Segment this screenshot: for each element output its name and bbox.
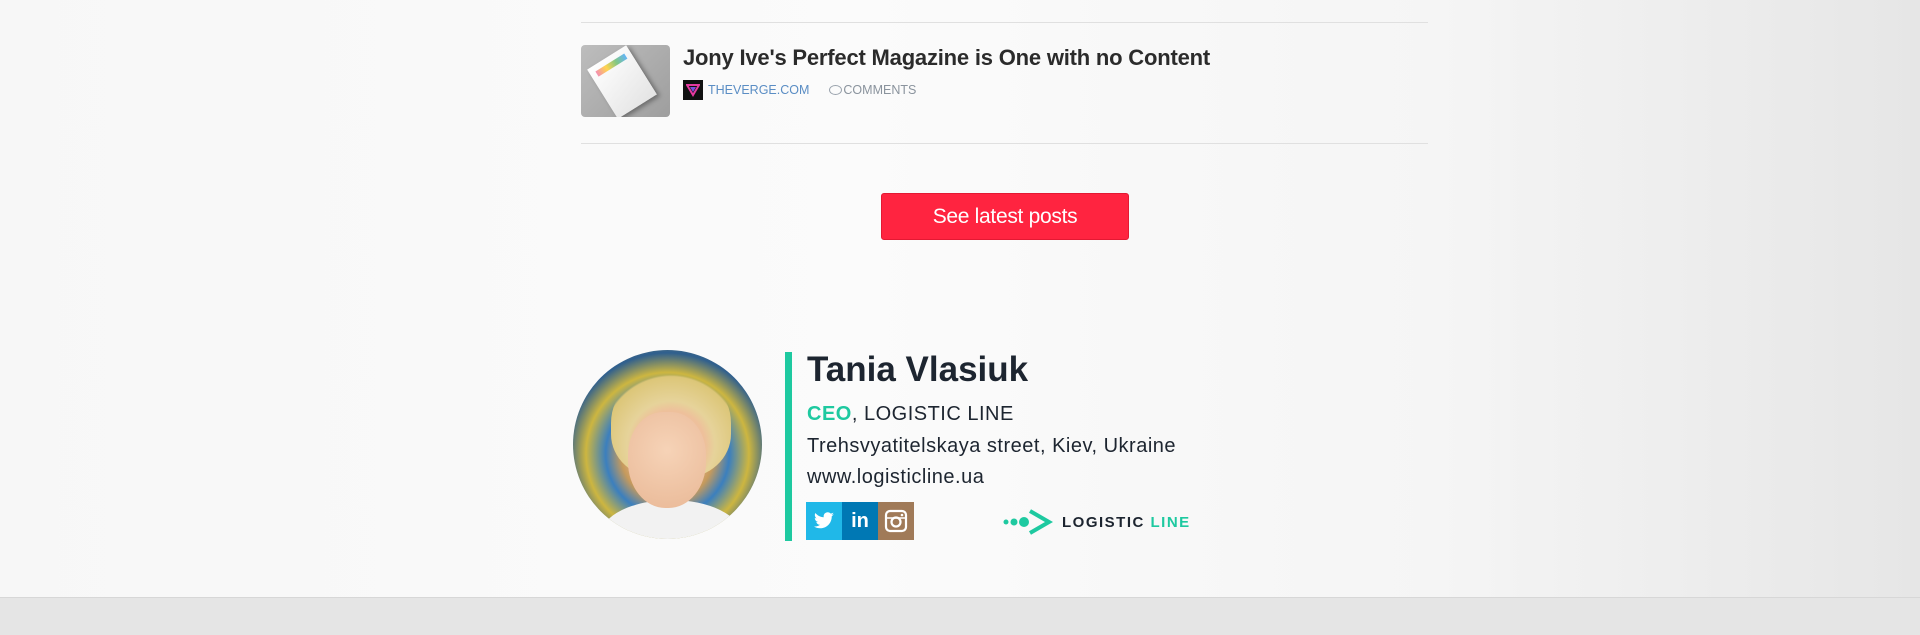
signature-name: Tania Vlasiuk xyxy=(807,350,1029,389)
signature-website[interactable]: www.logisticline.ua xyxy=(807,466,984,489)
instagram-icon[interactable] xyxy=(878,502,914,540)
accent-bar xyxy=(785,352,792,541)
article-thumbnail[interactable] xyxy=(581,45,670,117)
logistic-line-logo-icon xyxy=(1003,509,1053,535)
twitter-icon[interactable] xyxy=(806,502,842,540)
signature-title: CEO xyxy=(807,403,852,425)
logistic-line-logo: LOGISTIC LINE xyxy=(1003,508,1191,536)
footer-bar xyxy=(0,597,1920,635)
linkedin-icon[interactable]: in xyxy=(842,502,878,540)
verge-icon xyxy=(683,80,703,100)
article-item[interactable]: Jony Ive's Perfect Magazine is One with … xyxy=(581,45,1428,117)
bottom-divider xyxy=(581,143,1428,144)
avatar xyxy=(573,350,762,539)
article-meta: THEVERGE.COM COMMENTS xyxy=(683,80,916,100)
logo-text: LOGISTIC LINE xyxy=(1062,513,1191,531)
signature-address: Trehsvyatitelskaya street, Kiev, Ukraine xyxy=(807,435,1177,457)
signature-company: , LOGISTIC LINE xyxy=(851,403,1014,425)
comment-icon xyxy=(829,85,843,95)
email-signature: Tania Vlasiuk CEO, LOGISTIC LINE Trehsvy… xyxy=(573,350,1193,545)
see-latest-posts-button[interactable]: See latest posts xyxy=(881,193,1129,240)
article-title[interactable]: Jony Ive's Perfect Magazine is One with … xyxy=(683,45,1210,71)
article-source-link[interactable]: THEVERGE.COM xyxy=(708,83,809,97)
social-links: in xyxy=(806,502,914,540)
signature-role: CEO, LOGISTIC LINE xyxy=(807,403,1014,426)
top-divider xyxy=(581,22,1428,23)
comments-link[interactable]: COMMENTS xyxy=(843,83,916,97)
